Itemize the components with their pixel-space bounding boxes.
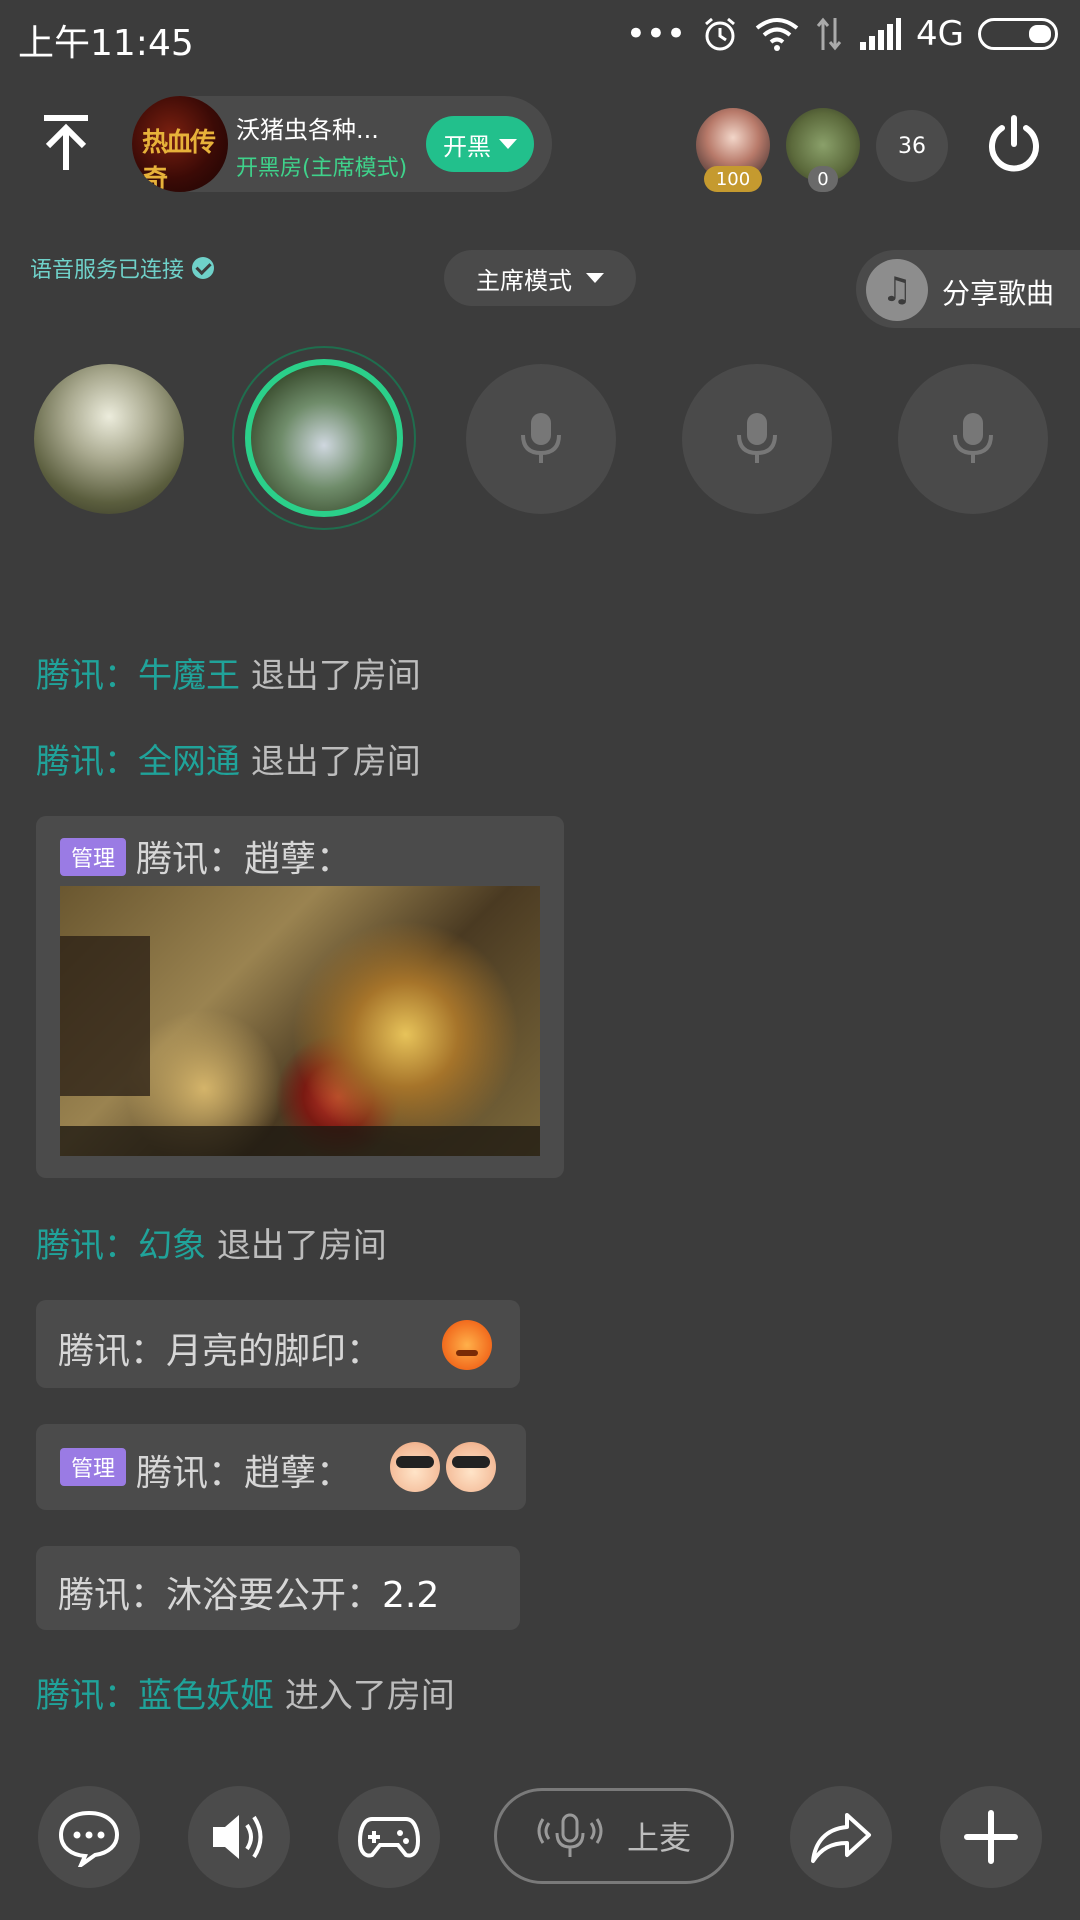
system-message: 腾讯：幻象 退出了房间: [36, 1218, 387, 1267]
take-mic-button[interactable]: 上麦: [494, 1788, 734, 1884]
sunglasses-emoji-icon: [446, 1442, 496, 1492]
msg-username[interactable]: 蓝色妖姬: [138, 1676, 274, 1716]
msg-username[interactable]: 全网通: [138, 742, 240, 782]
mode-label: 主席模式: [476, 266, 572, 295]
chat-value: 2.2: [382, 1575, 440, 1616]
arrow-up-icon: [44, 115, 88, 170]
speaker-icon: [213, 1815, 263, 1859]
msg-action: 退出了房间: [250, 742, 421, 782]
empty-mic-seat[interactable]: [466, 364, 616, 514]
system-message: 腾讯：蓝色妖姬 进入了房间: [36, 1668, 455, 1717]
sunglasses-emoji-icon: [390, 1442, 440, 1492]
gamepad-icon: [357, 1817, 421, 1858]
msg-prefix: 腾讯：: [36, 1676, 138, 1716]
admin-badge: 管理: [60, 1448, 126, 1486]
seat-avatar-speaking[interactable]: [245, 359, 403, 517]
speaker-button[interactable]: [188, 1786, 290, 1888]
chat-text: 腾讯：月亮的脚印：: [58, 1331, 383, 1372]
angry-emoji-icon: [442, 1320, 492, 1370]
share-button[interactable]: [790, 1786, 892, 1888]
empty-mic-seat[interactable]: [682, 364, 832, 514]
room-title: 沃猪虫各种...: [236, 116, 379, 144]
chat-prefix: 腾讯：沐浴要公开：: [58, 1575, 383, 1616]
empty-mic-seat[interactable]: [898, 364, 1048, 514]
check-icon: [192, 257, 215, 279]
microphone-icon: [521, 413, 561, 463]
system-message: 腾讯：全网通 退出了房间: [36, 734, 421, 783]
power-icon: [989, 115, 1039, 172]
msg-action: 退出了房间: [250, 656, 421, 696]
system-message: 腾讯：牛魔王 退出了房间: [36, 648, 421, 697]
kaihei-label: 开黑: [443, 132, 491, 161]
chat-text: 腾讯：趙孽：: [136, 1453, 353, 1494]
exit-room-button[interactable]: [982, 114, 1046, 178]
room-avatar: 热血传奇: [132, 96, 228, 192]
chat-text: 腾讯：趙孽：: [136, 839, 353, 880]
collapse-up-button[interactable]: [34, 112, 98, 176]
status-icons: ••• 4G: [626, 14, 1058, 54]
data-transfer-icon: [816, 17, 842, 51]
shared-image[interactable]: [60, 886, 540, 1156]
kaihei-dropdown-button[interactable]: 开黑: [426, 116, 534, 172]
msg-username[interactable]: 牛魔王: [138, 656, 240, 696]
chat-bubble[interactable]: 腾讯：月亮的脚印：: [36, 1300, 520, 1388]
admin-badge: 管理: [60, 838, 126, 876]
room-subtitle: 开黑房(主席模式): [236, 156, 408, 181]
user-level-badge: 100: [704, 166, 762, 192]
msg-prefix: 腾讯：: [36, 742, 138, 782]
status-bar: 上午11:45 ••• 4G: [0, 0, 1080, 76]
chat-bubble-icon: [58, 1810, 120, 1867]
host-seat-avatar[interactable]: [34, 364, 184, 514]
more-dots-icon: •••: [625, 14, 687, 54]
share-song-button[interactable]: ♫ 分享歌曲: [856, 250, 1080, 328]
share-arrow-icon: [811, 1813, 871, 1863]
share-song-label: 分享歌曲: [942, 277, 1055, 310]
take-mic-label: 上麦: [626, 1819, 691, 1857]
room-logo-icon: 热血传奇: [142, 128, 216, 192]
game-button[interactable]: [338, 1786, 440, 1888]
voice-status-label: 语音服务已连接: [30, 258, 185, 283]
chevron-down-icon: [499, 139, 517, 149]
chat-bubble-image[interactable]: 管理 腾讯：趙孽：: [36, 816, 564, 1178]
chat-button[interactable]: [38, 1786, 140, 1888]
chat-text: 腾讯：沐浴要公开：2.2: [58, 1566, 439, 1618]
msg-action: 退出了房间: [216, 1226, 387, 1266]
online-count[interactable]: 36: [876, 110, 948, 182]
battery-icon: [978, 18, 1058, 50]
microphone-waves-icon: [537, 1813, 603, 1857]
voice-status: 语音服务已连接: [30, 252, 215, 284]
more-button[interactable]: [940, 1786, 1042, 1888]
msg-prefix: 腾讯：: [36, 656, 138, 696]
plus-icon: [964, 1810, 1018, 1864]
user-level-badge: 0: [808, 166, 838, 192]
mode-selector[interactable]: 主席模式: [444, 250, 636, 306]
msg-prefix: 腾讯：: [36, 1226, 138, 1266]
network-type: 4G: [916, 14, 964, 54]
chat-bubble[interactable]: 腾讯：沐浴要公开：2.2: [36, 1546, 520, 1630]
status-time: 上午11:45: [18, 23, 194, 64]
wifi-icon: [755, 18, 799, 51]
chat-bubble[interactable]: 管理 腾讯：趙孽：: [36, 1424, 526, 1510]
alarm-icon: [705, 17, 735, 51]
music-note-icon: ♫: [866, 259, 928, 321]
room-info-pill[interactable]: 热血传奇 沃猪虫各种... 开黑房(主席模式) 开黑: [132, 96, 552, 192]
microphone-icon: [737, 413, 777, 463]
msg-action: 进入了房间: [284, 1676, 455, 1716]
chevron-down-icon: [586, 273, 604, 283]
msg-username[interactable]: 幻象: [138, 1226, 206, 1266]
microphone-icon: [953, 413, 993, 463]
signal-icon: [860, 18, 902, 50]
